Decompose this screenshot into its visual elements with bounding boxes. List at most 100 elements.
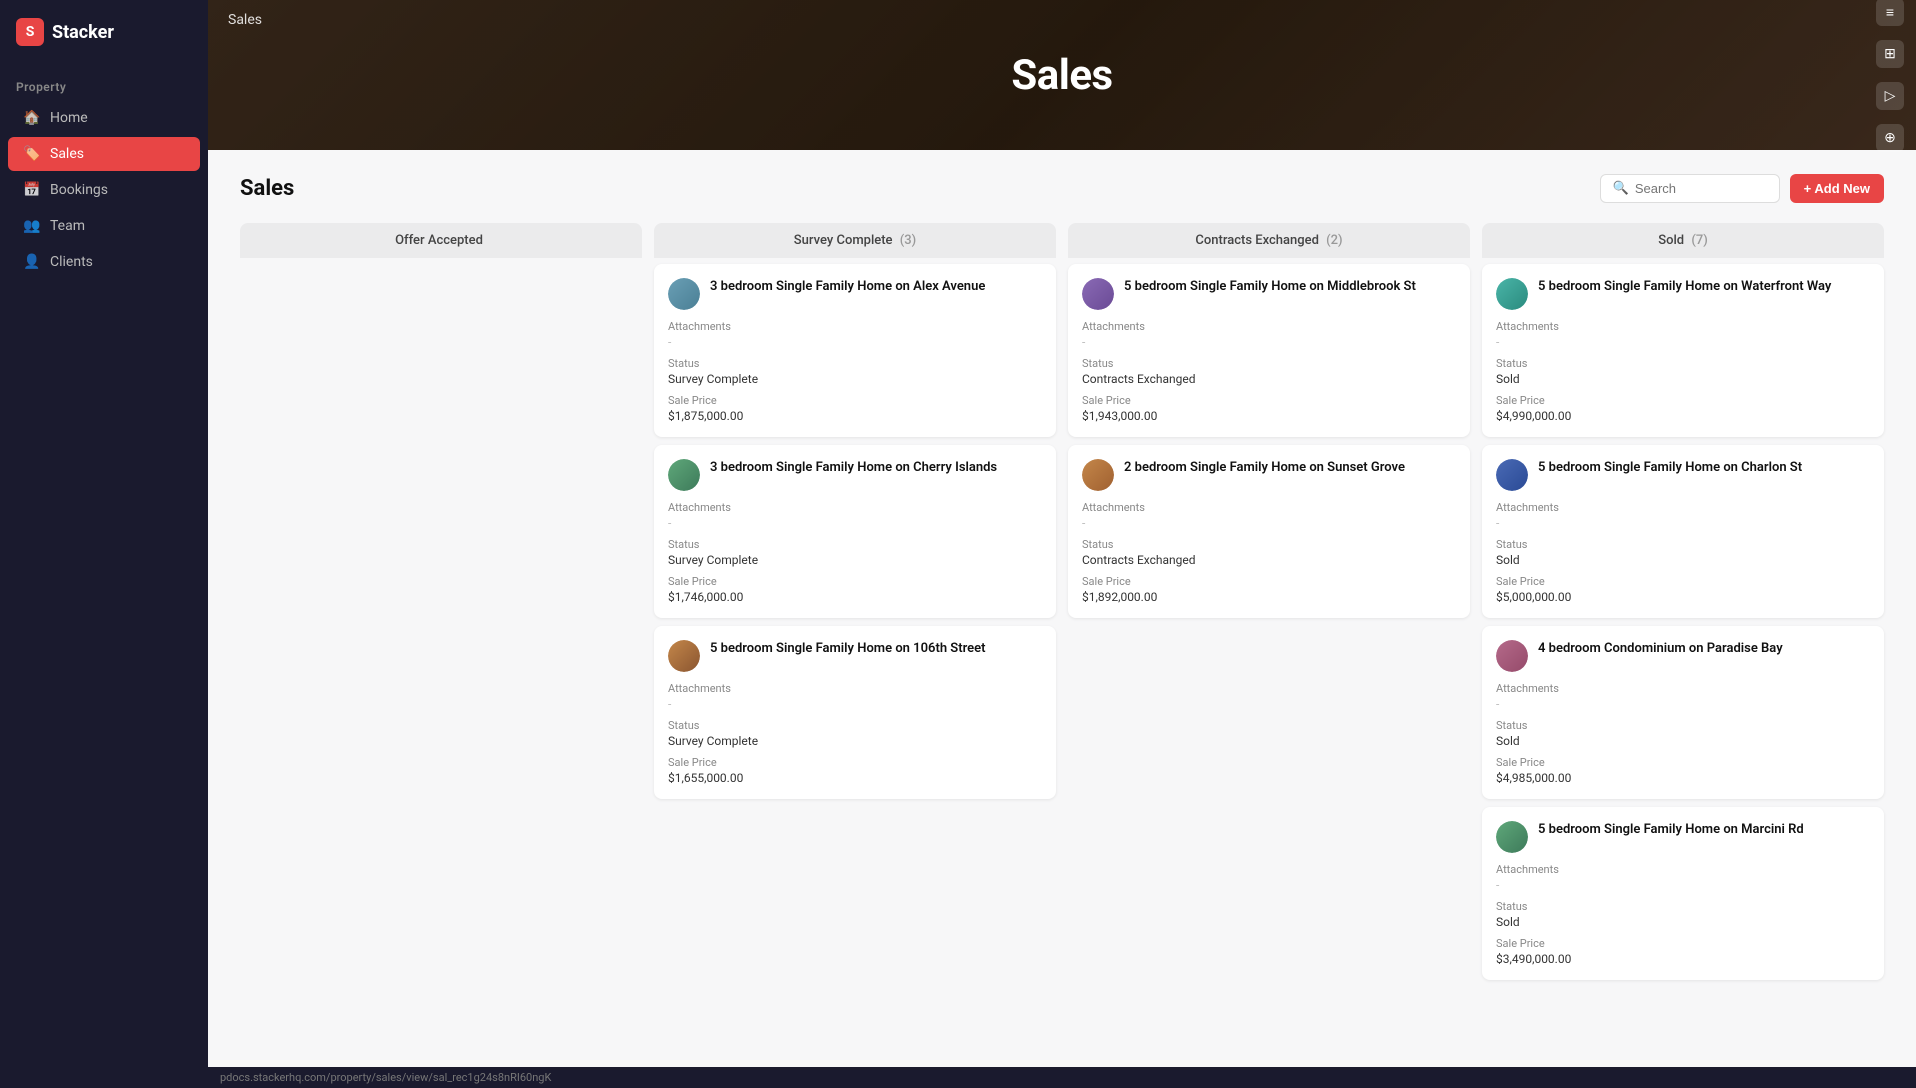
- sidebar-item-label: Team: [50, 218, 85, 234]
- price-value: $4,990,000.00: [1496, 409, 1870, 423]
- card-avatar: [1496, 278, 1528, 310]
- kanban-card[interactable]: 3 bedroom Single Family Home on Cherry I…: [654, 445, 1056, 618]
- attachments-value: -: [1082, 335, 1456, 349]
- card-header: 5 bedroom Single Family Home on Middlebr…: [1082, 278, 1456, 310]
- avatar-image: [668, 640, 700, 672]
- column-survey-complete: Survey Complete (3) 3 bedroom Single Fam…: [654, 223, 1056, 799]
- kanban-card[interactable]: 5 bedroom Single Family Home on Charlon …: [1482, 445, 1884, 618]
- card-avatar: [1082, 278, 1114, 310]
- status-label: Status: [668, 719, 1042, 732]
- home-icon: 🏠: [24, 110, 40, 126]
- status-value: Survey Complete: [668, 734, 1042, 748]
- sidebar-item-home[interactable]: 🏠 Home: [8, 101, 200, 135]
- column-header-offer-accepted: Offer Accepted: [240, 223, 642, 258]
- kanban-card[interactable]: 4 bedroom Condominium on Paradise Bay At…: [1482, 626, 1884, 799]
- price-value: $1,892,000.00: [1082, 590, 1456, 604]
- sidebar-item-label: Bookings: [50, 182, 108, 198]
- status-value: Survey Complete: [668, 553, 1042, 567]
- price-label: Sale Price: [1496, 756, 1870, 769]
- card-title: 3 bedroom Single Family Home on Cherry I…: [710, 459, 997, 477]
- avatar-image: [1496, 278, 1528, 310]
- contracts-exchanged-cards: 5 bedroom Single Family Home on Middlebr…: [1068, 264, 1470, 618]
- status-value: Contracts Exchanged: [1082, 372, 1456, 386]
- attachments-label: Attachments: [668, 682, 1042, 695]
- attachments-value: -: [1496, 516, 1870, 530]
- search-box[interactable]: 🔍: [1600, 174, 1780, 203]
- card-header: 5 bedroom Single Family Home on 106th St…: [668, 640, 1042, 672]
- card-header: 4 bedroom Condominium on Paradise Bay: [1496, 640, 1870, 672]
- column-header-contracts-exchanged: Contracts Exchanged (2): [1068, 223, 1470, 258]
- card-header: 3 bedroom Single Family Home on Cherry I…: [668, 459, 1042, 491]
- card-title: 4 bedroom Condominium on Paradise Bay: [1538, 640, 1783, 658]
- sold-cards: 5 bedroom Single Family Home on Waterfro…: [1482, 264, 1884, 980]
- status-value: Contracts Exchanged: [1082, 553, 1456, 567]
- price-label: Sale Price: [1496, 937, 1870, 950]
- attachments-label: Attachments: [668, 501, 1042, 514]
- column-offer-accepted: Offer Accepted: [240, 223, 642, 264]
- card-title: 5 bedroom Single Family Home on Waterfro…: [1538, 278, 1831, 296]
- right-panel-icons: ≡ ⊞ ▷ ⊕: [1876, 0, 1904, 152]
- status-label: Status: [668, 538, 1042, 551]
- column-header-sold: Sold (7): [1482, 223, 1884, 258]
- clients-icon: 👤: [24, 254, 40, 270]
- kanban-card[interactable]: 5 bedroom Single Family Home on Waterfro…: [1482, 264, 1884, 437]
- price-label: Sale Price: [1496, 394, 1870, 407]
- sidebar-logo-text: Stacker: [52, 22, 114, 43]
- status-label: Status: [1496, 900, 1870, 913]
- status-label: Status: [668, 357, 1042, 370]
- avatar-image: [668, 278, 700, 310]
- sidebar-item-clients[interactable]: 👤 Clients: [8, 245, 200, 279]
- attachments-value: -: [668, 335, 1042, 349]
- column-header-survey-complete: Survey Complete (3): [654, 223, 1056, 258]
- right-panel-icon-2[interactable]: ⊞: [1876, 40, 1904, 68]
- attachments-value: -: [668, 697, 1042, 711]
- attachments-label: Attachments: [1496, 682, 1870, 695]
- attachments-value: -: [668, 516, 1042, 530]
- kanban-card[interactable]: 5 bedroom Single Family Home on Middlebr…: [1068, 264, 1470, 437]
- avatar-image: [1496, 459, 1528, 491]
- status-label: Status: [1082, 357, 1456, 370]
- search-input[interactable]: [1635, 181, 1767, 196]
- card-header: 5 bedroom Single Family Home on Waterfro…: [1496, 278, 1870, 310]
- column-contracts-exchanged: Contracts Exchanged (2) 5 bedroom Single…: [1068, 223, 1470, 618]
- right-panel-icon-3[interactable]: ▷: [1876, 82, 1904, 110]
- sidebar-item-label: Home: [50, 110, 88, 126]
- hero-nav-sales[interactable]: Sales: [228, 12, 262, 28]
- right-panel-icon-4[interactable]: ⊕: [1876, 124, 1904, 152]
- attachments-label: Attachments: [668, 320, 1042, 333]
- attachments-value: -: [1496, 697, 1870, 711]
- card-avatar: [668, 459, 700, 491]
- status-label: Status: [1496, 719, 1870, 732]
- price-value: $5,000,000.00: [1496, 590, 1870, 604]
- price-value: $4,985,000.00: [1496, 771, 1870, 785]
- status-label: Status: [1082, 538, 1456, 551]
- card-header: 5 bedroom Single Family Home on Charlon …: [1496, 459, 1870, 491]
- kanban-card[interactable]: 3 bedroom Single Family Home on Alex Ave…: [654, 264, 1056, 437]
- board-area: Sales 🔍 + Add New Offer Accepted: [208, 150, 1916, 1067]
- hero-banner: Sales Sales ≡ ⊞ ▷ ⊕: [208, 0, 1916, 150]
- price-value: $1,943,000.00: [1082, 409, 1456, 423]
- kanban-card[interactable]: 5 bedroom Single Family Home on 106th St…: [654, 626, 1056, 799]
- survey-complete-cards: 3 bedroom Single Family Home on Alex Ave…: [654, 264, 1056, 799]
- sidebar-logo: S Stacker: [0, 0, 208, 64]
- add-new-button[interactable]: + Add New: [1790, 174, 1884, 203]
- bookings-icon: 📅: [24, 182, 40, 198]
- kanban-card[interactable]: 5 bedroom Single Family Home on Marcini …: [1482, 807, 1884, 980]
- status-value: Sold: [1496, 915, 1870, 929]
- price-label: Sale Price: [1496, 575, 1870, 588]
- status-bar: pdocs.stackerhq.com/property/sales/view/…: [208, 1067, 1916, 1088]
- sidebar-item-team[interactable]: 👥 Team: [8, 209, 200, 243]
- attachments-label: Attachments: [1496, 501, 1870, 514]
- sidebar-item-bookings[interactable]: 📅 Bookings: [8, 173, 200, 207]
- avatar-image: [1082, 459, 1114, 491]
- card-avatar: [1496, 821, 1528, 853]
- team-icon: 👥: [24, 218, 40, 234]
- sidebar-item-sales[interactable]: 🏷️ Sales: [8, 137, 200, 171]
- card-header: 2 bedroom Single Family Home on Sunset G…: [1082, 459, 1456, 491]
- kanban-card[interactable]: 2 bedroom Single Family Home on Sunset G…: [1068, 445, 1470, 618]
- sidebar-item-label: Clients: [50, 254, 93, 270]
- avatar-image: [1082, 278, 1114, 310]
- right-panel-icon-1[interactable]: ≡: [1876, 0, 1904, 26]
- price-label: Sale Price: [668, 394, 1042, 407]
- board-actions: 🔍 + Add New: [1600, 174, 1884, 203]
